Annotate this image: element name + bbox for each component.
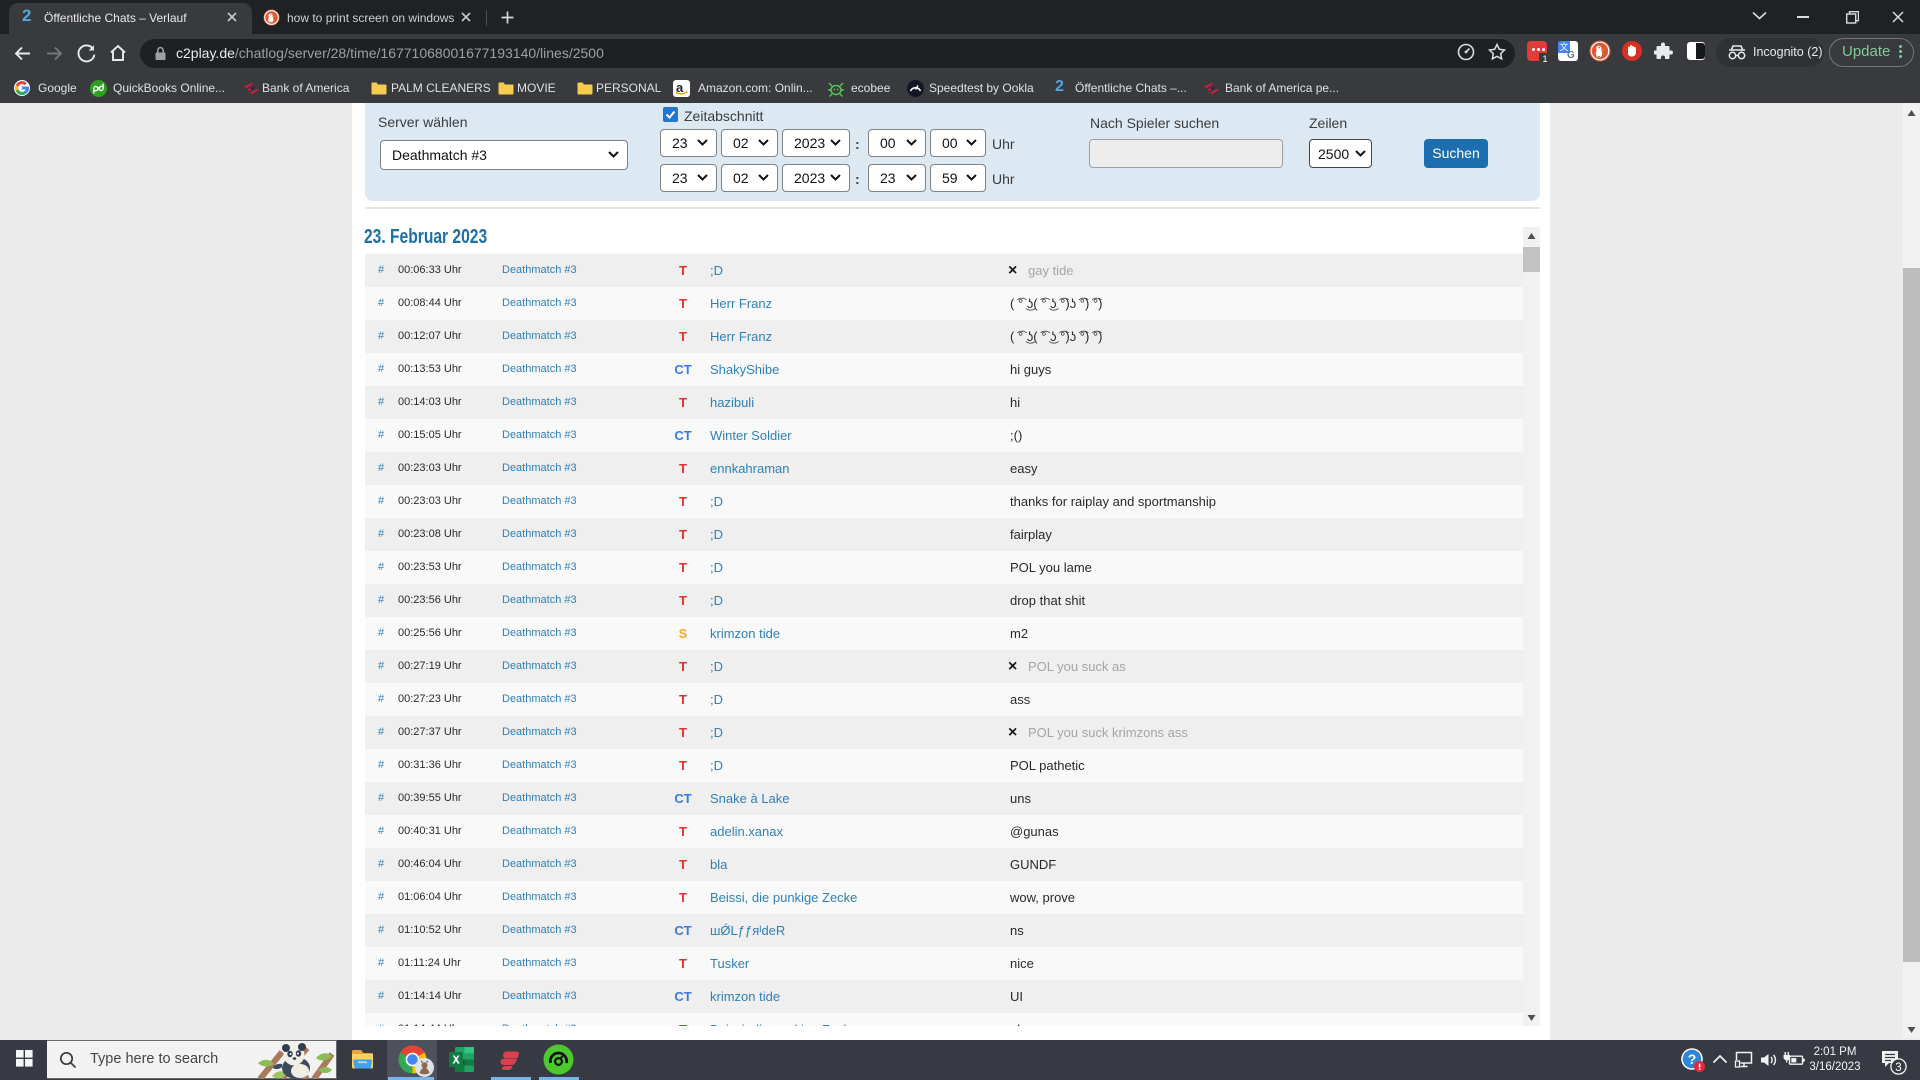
svg-text:3: 3	[1895, 1062, 1901, 1074]
